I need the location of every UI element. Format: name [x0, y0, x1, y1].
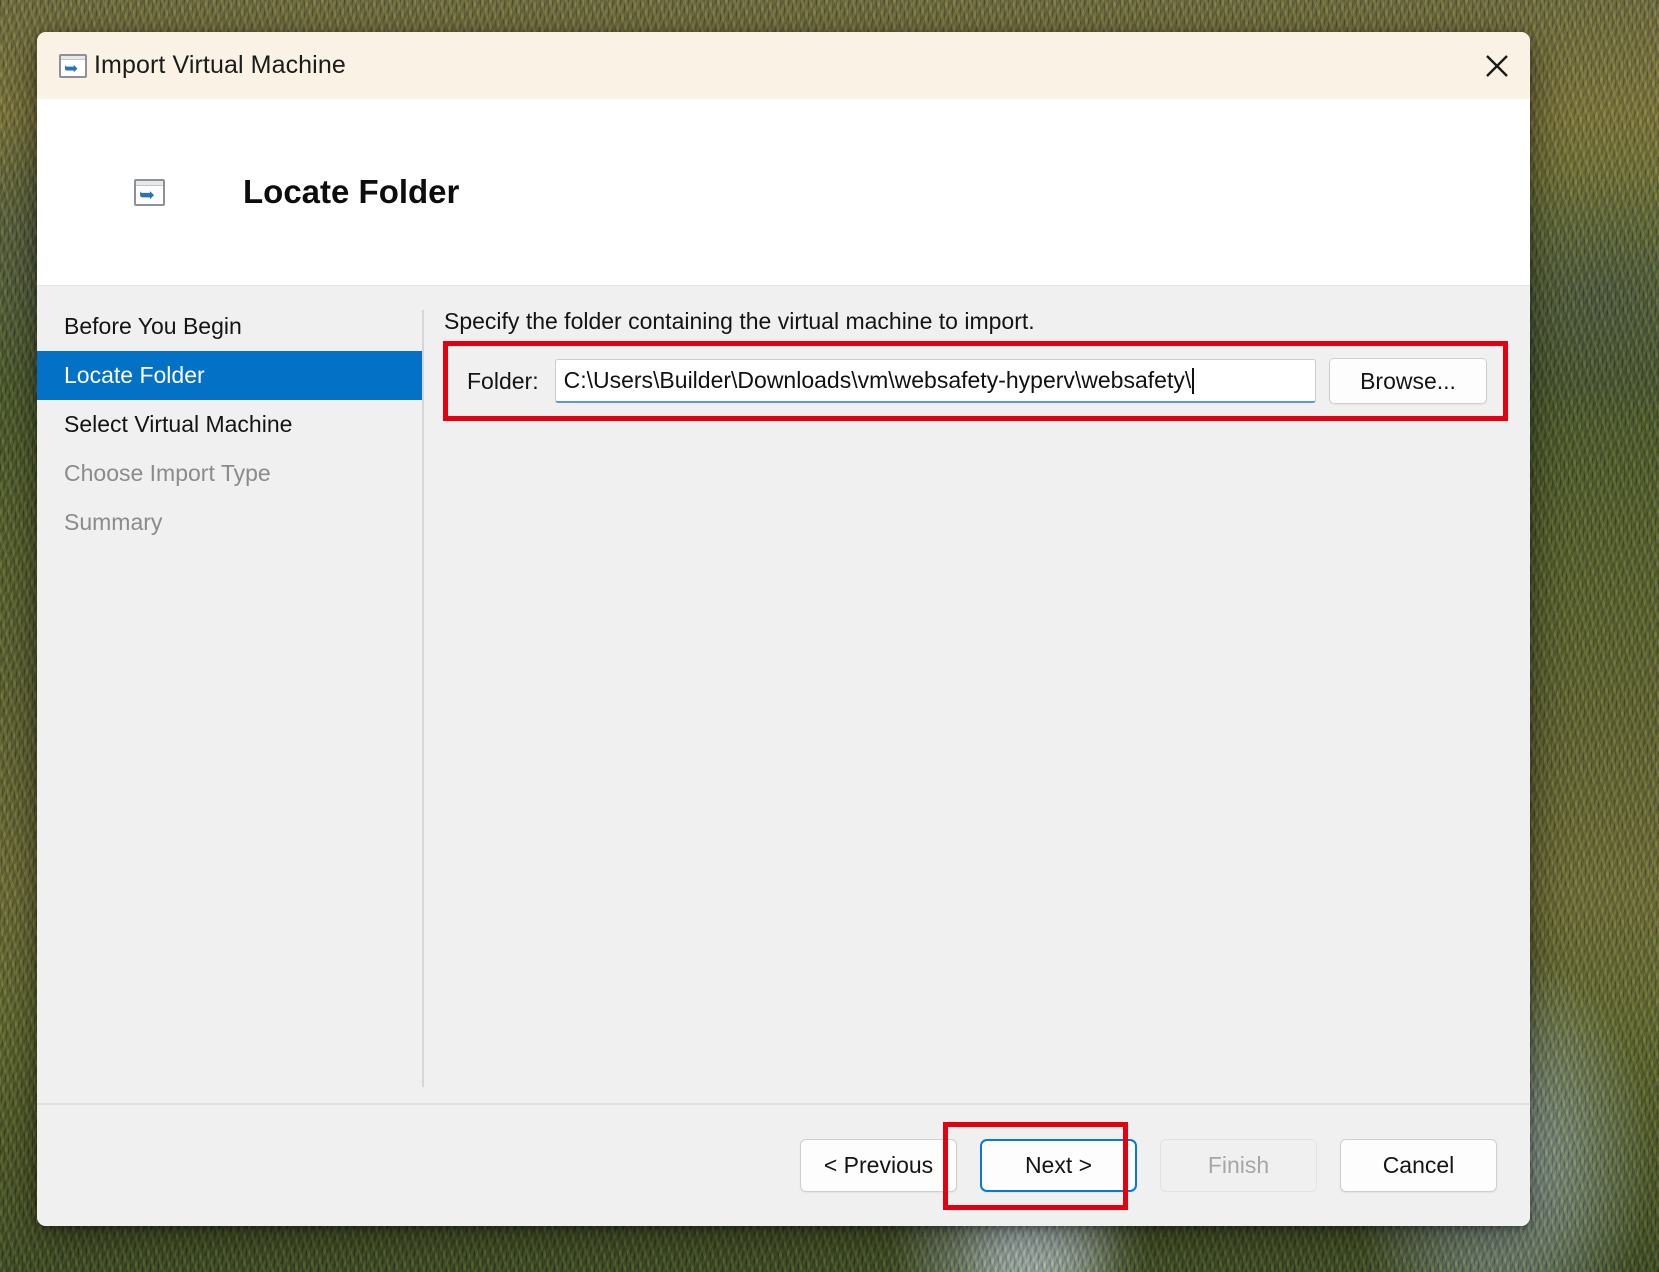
cancel-button-label: Cancel [1382, 1152, 1455, 1178]
sidebar-item-label: Select Virtual Machine [64, 411, 293, 437]
sidebar-item-before-you-begin[interactable]: Before You Begin [37, 302, 422, 351]
dialog-header: ➥ Locate Folder [37, 99, 1530, 286]
sidebar-item-label: Summary [64, 509, 163, 535]
folder-field-highlight: Folder: C:\Users\Builder\Downloads\vm\we… [443, 341, 1508, 421]
next-button-label: Next > [1024, 1152, 1093, 1178]
sidebar-item-label: Locate Folder [64, 362, 205, 388]
sidebar-item-label: Before You Begin [64, 313, 242, 339]
finish-button-label: Finish [1207, 1152, 1270, 1178]
folder-row: Folder: C:\Users\Builder\Downloads\vm\we… [448, 346, 1503, 416]
close-icon[interactable] [1464, 32, 1530, 99]
sidebar-item-locate-folder[interactable]: Locate Folder [37, 351, 422, 400]
sidebar-item-label: Choose Import Type [64, 460, 271, 486]
instruction-text: Specify the folder containing the virtua… [444, 308, 1035, 334]
folder-input[interactable]: C:\Users\Builder\Downloads\vm\websafety-… [554, 359, 1316, 403]
next-button-wrapper: Next > [943, 1122, 1137, 1210]
dialog-titlebar: ➥ Import Virtual Machine [37, 32, 1530, 99]
next-button[interactable]: Next > [980, 1139, 1137, 1192]
folder-input-value: C:\Users\Builder\Downloads\vm\websafety-… [563, 367, 1192, 393]
previous-button-label: < Previous [823, 1152, 934, 1178]
dialog-content: Specify the folder containing the virtua… [422, 286, 1530, 1103]
sidebar-item-summary: Summary [37, 498, 422, 547]
dialog-footer: < Previous Next > Finish Cancel [37, 1103, 1530, 1226]
text-caret [1192, 367, 1195, 394]
page-title: Locate Folder [243, 173, 460, 210]
dialog-title: Import Virtual Machine [94, 51, 346, 79]
sidebar-item-select-virtual-machine[interactable]: Select Virtual Machine [37, 400, 422, 449]
browse-button[interactable]: Browse... [1329, 358, 1487, 404]
browse-button-label: Browse... [1360, 367, 1456, 394]
dialog-body: Before You Begin Locate Folder Select Vi… [37, 286, 1530, 1103]
import-virtual-machine-dialog: ➥ Import Virtual Machine ➥ Locate Folder… [37, 32, 1530, 1226]
sidebar-item-choose-import-type: Choose Import Type [37, 449, 422, 498]
finish-button: Finish [1160, 1139, 1317, 1192]
import-vm-header-icon: ➥ [134, 178, 165, 206]
previous-button[interactable]: < Previous [800, 1139, 957, 1192]
import-vm-icon: ➥ [59, 53, 87, 78]
cancel-button[interactable]: Cancel [1340, 1139, 1497, 1192]
wizard-steps-sidebar: Before You Begin Locate Folder Select Vi… [37, 286, 422, 1103]
folder-label: Folder: [467, 367, 539, 394]
